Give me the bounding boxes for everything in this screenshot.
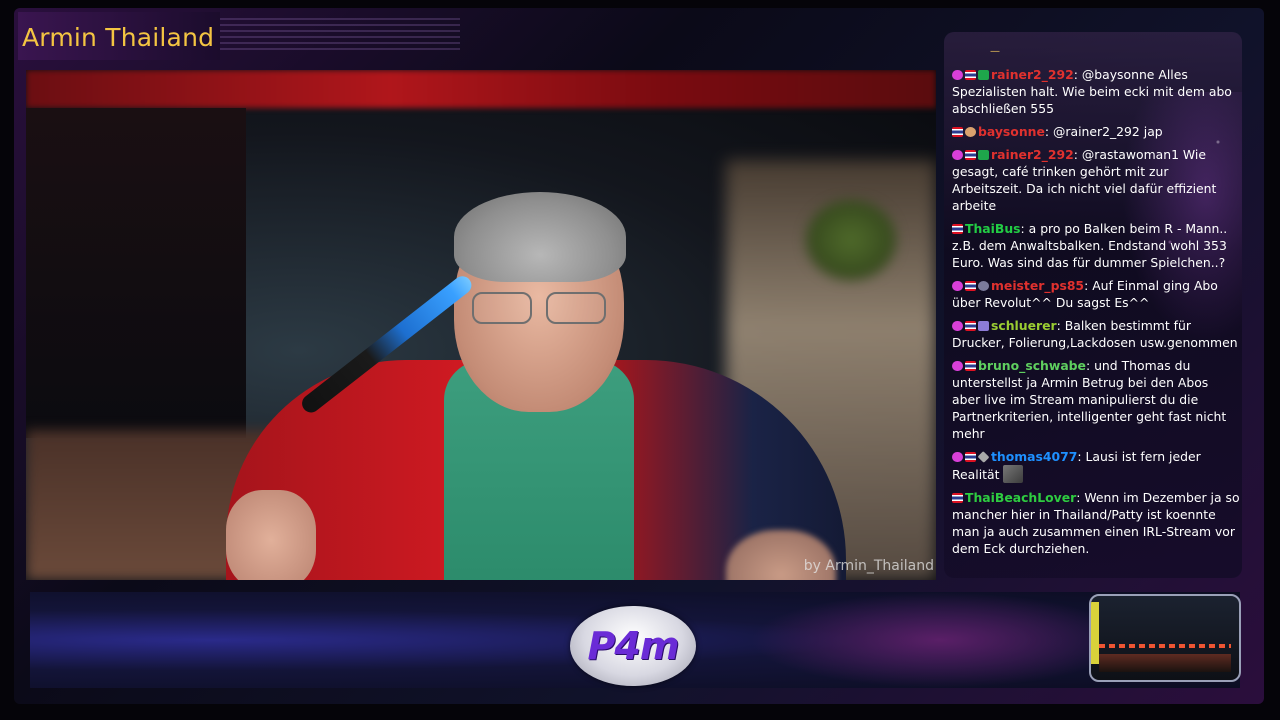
person-glasses xyxy=(472,292,608,324)
heart-badge-icon xyxy=(952,321,963,331)
chat-message: ThaiBus: a pro po Balken beim R - Mann..… xyxy=(952,220,1240,271)
heart-badge-icon xyxy=(952,452,963,462)
chat-emote-icon xyxy=(1003,465,1024,483)
chat-username[interactable]: ThaiBeachLover xyxy=(965,490,1076,505)
chat-username[interactable]: meister_ps85 xyxy=(991,278,1084,293)
person-hair xyxy=(454,192,626,282)
chat-username[interactable]: rainer2_292 xyxy=(991,67,1074,82)
face-badge-icon xyxy=(965,127,976,137)
chat-message: meister_ps85: Auf Einmal ging Abo über R… xyxy=(952,277,1240,311)
mini-cam-shore xyxy=(1099,654,1231,672)
stream-title: Armin Thailand xyxy=(18,12,221,60)
flag-badge-icon xyxy=(965,452,976,462)
chat-message: schluerer: Balken bestimmt für Drucker, … xyxy=(952,317,1240,351)
glasses-lens-left xyxy=(472,292,532,324)
background-red-sign xyxy=(26,70,936,108)
decorative-strip xyxy=(220,18,460,54)
flag-badge-icon xyxy=(952,493,963,503)
chat-username[interactable]: rainer2_292 xyxy=(991,147,1074,162)
chat-message: rainer2_292: @baysonne Alles Spezialiste… xyxy=(952,66,1240,117)
flag-badge-icon xyxy=(965,150,976,160)
mini-cam-city-lights xyxy=(1099,644,1231,648)
chat-username[interactable]: bruno_schwabe xyxy=(978,358,1086,373)
chat-text: @rainer2_292 jap xyxy=(1053,124,1163,139)
chat-username[interactable]: thomas4077 xyxy=(991,449,1077,464)
chat-message: thomas4077: Lausi ist fern jeder Realitä… xyxy=(952,448,1240,483)
chat-message-list[interactable]: rainer2_292: @baysonne Alles Spezialiste… xyxy=(952,66,1240,563)
chat-separator: : xyxy=(1044,124,1053,139)
glasses-lens-right xyxy=(546,292,606,324)
chat-username[interactable]: baysonne xyxy=(978,124,1045,139)
flag-badge-icon xyxy=(965,321,976,331)
background-plant xyxy=(806,200,896,280)
chat-separator: : xyxy=(1084,278,1093,293)
chat-separator: : xyxy=(1073,147,1082,162)
chat-top-mark: — xyxy=(990,46,1000,57)
heart-badge-icon xyxy=(952,281,963,291)
flag-badge-icon xyxy=(965,281,976,291)
heart-badge-icon xyxy=(952,70,963,80)
bits-badge-icon xyxy=(978,321,989,331)
webcam-video[interactable]: by Armin_Thailand xyxy=(26,70,936,580)
chat-panel[interactable]: — rainer2_292: @baysonne Alles Spezialis… xyxy=(944,32,1242,578)
chat-separator: : xyxy=(1077,449,1086,464)
chat-username[interactable]: schluerer xyxy=(991,318,1057,333)
flag-badge-icon xyxy=(965,70,976,80)
flag-badge-icon xyxy=(965,361,976,371)
chat-message: rainer2_292: @rastawoman1 Wie gesagt, ca… xyxy=(952,146,1240,214)
chat-separator: : xyxy=(1073,67,1082,82)
heart-badge-icon xyxy=(952,361,963,371)
chat-message: baysonne: @rainer2_292 jap xyxy=(952,123,1240,140)
chat-separator: : xyxy=(1056,318,1065,333)
heart-badge-icon xyxy=(952,150,963,160)
flag-badge-icon xyxy=(952,127,963,137)
green-badge-icon xyxy=(978,70,989,80)
mini-cam-side-light xyxy=(1091,602,1099,664)
video-watermark: by Armin_Thailand xyxy=(803,558,934,574)
chat-separator: : xyxy=(1085,358,1095,373)
gear-badge-icon xyxy=(978,281,989,291)
green-badge-icon xyxy=(978,150,989,160)
chat-separator: : xyxy=(1020,221,1029,236)
chat-username[interactable]: ThaiBus xyxy=(965,221,1021,236)
mini-camera-view[interactable] xyxy=(1089,594,1241,682)
background-left xyxy=(26,108,246,438)
chat-message: bruno_schwabe: und Thomas du unterstells… xyxy=(952,357,1240,442)
p4m-logo: P4m xyxy=(570,606,696,686)
chat-message: ThaiBeachLover: Wenn im Dezember ja so m… xyxy=(952,489,1240,557)
person-hand xyxy=(226,490,316,580)
gem-badge-icon xyxy=(977,451,990,463)
flag-badge-icon xyxy=(952,224,963,234)
bottom-glow xyxy=(750,592,1130,688)
